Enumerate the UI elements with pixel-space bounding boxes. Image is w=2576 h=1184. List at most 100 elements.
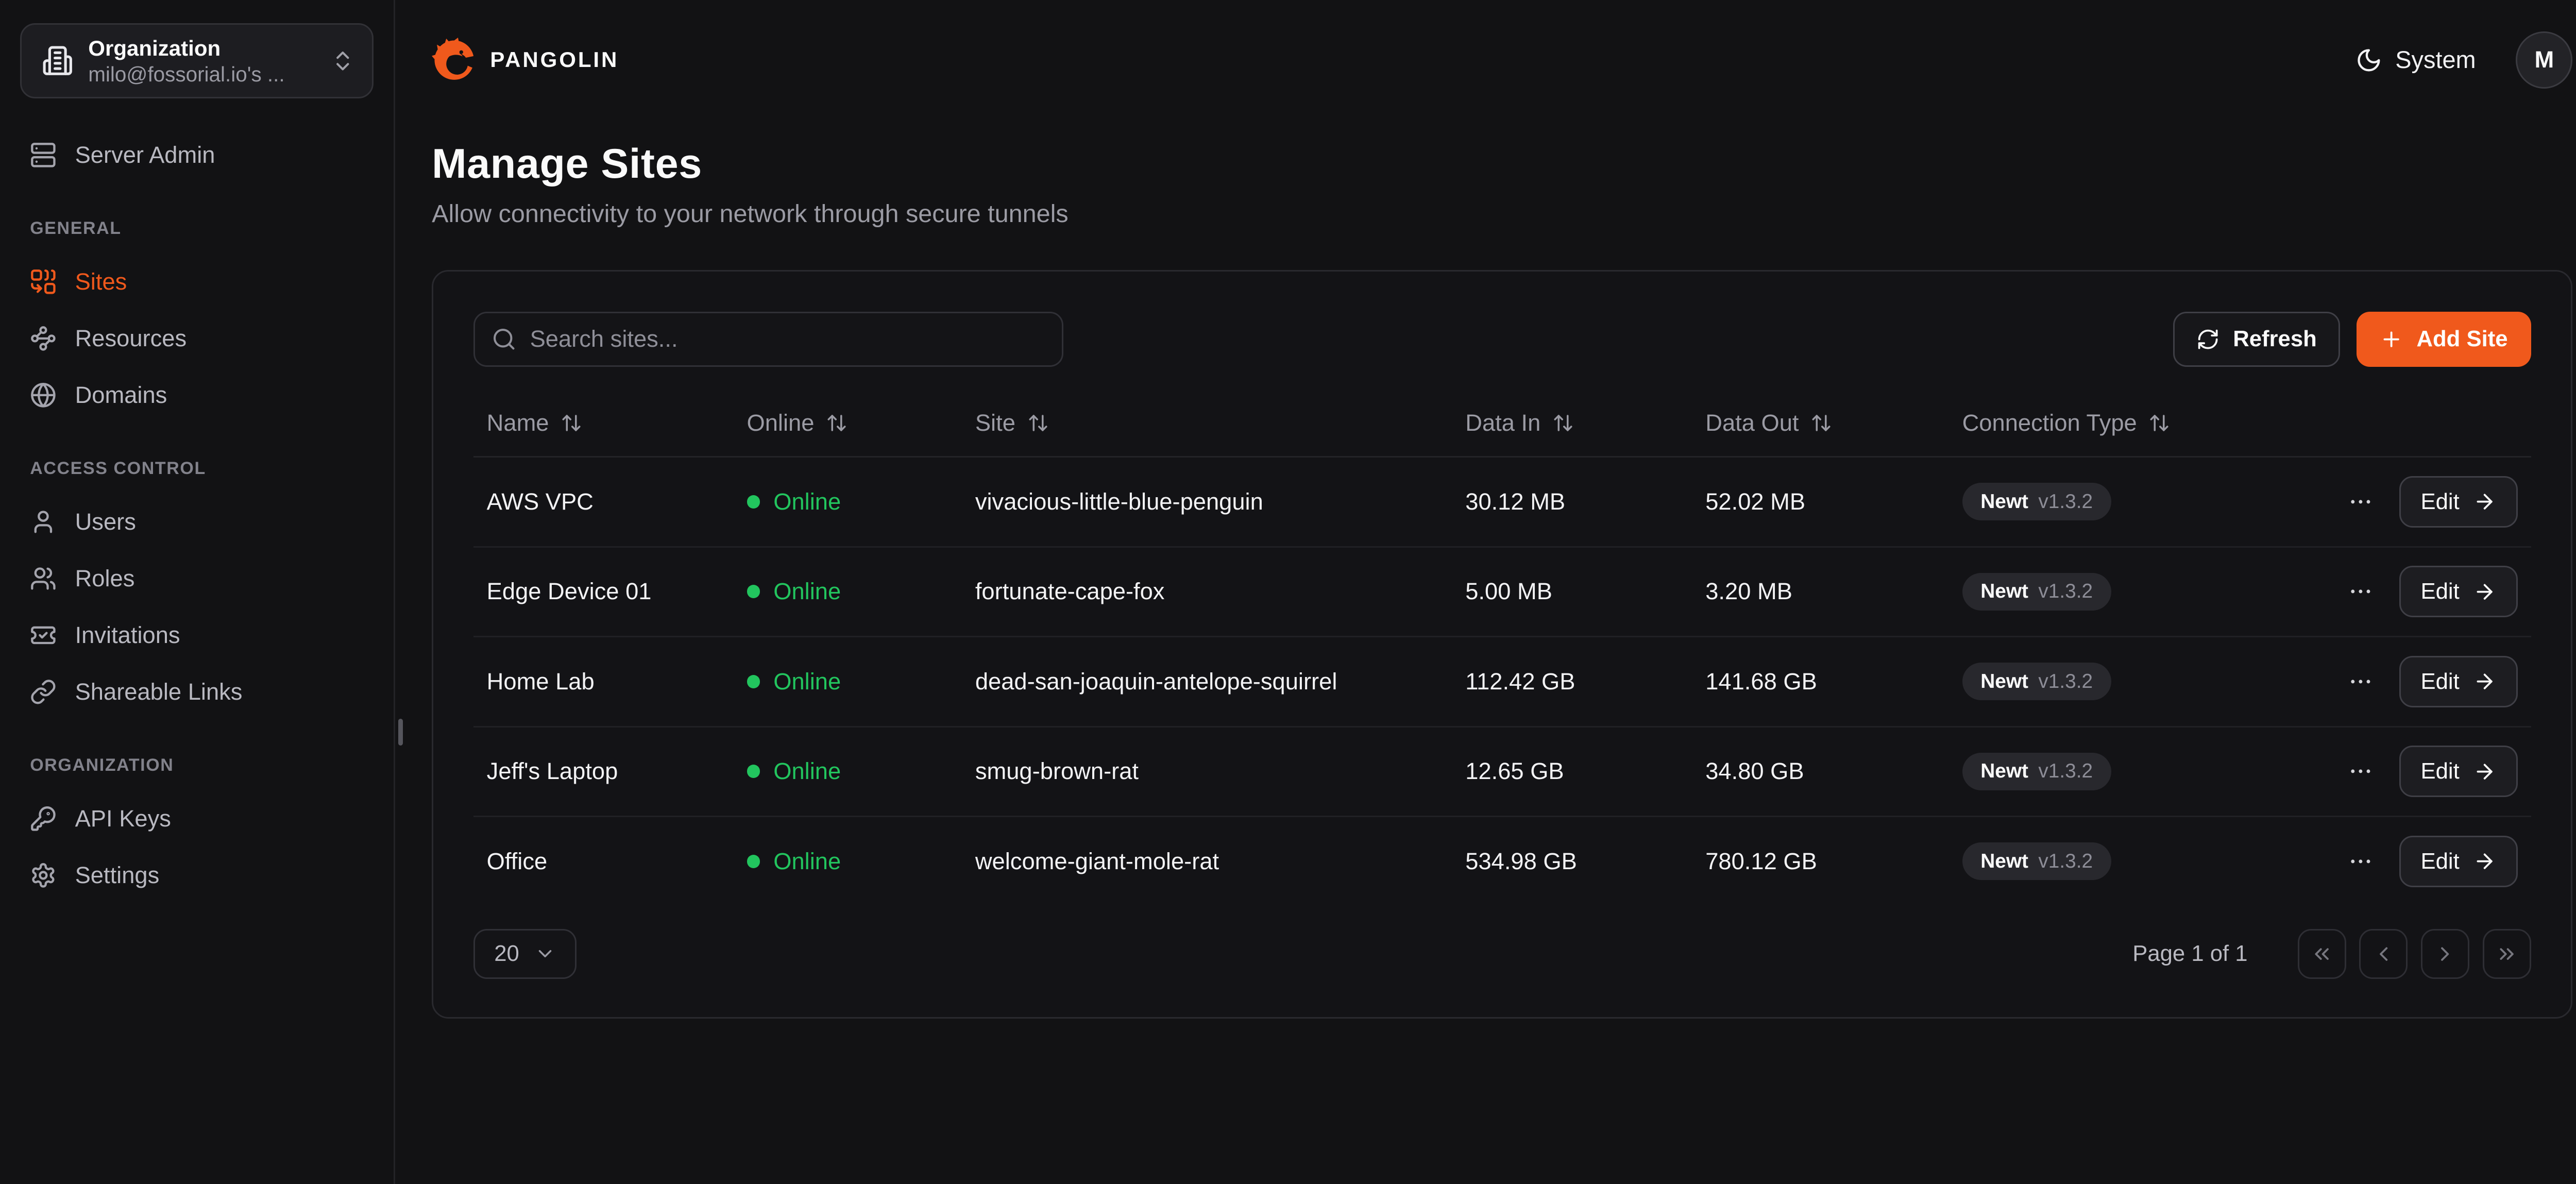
page-subtitle: Allow connectivity to your network throu… xyxy=(432,199,2572,228)
data-in-cell: 112.42 GB xyxy=(1452,637,1692,727)
row-menu-button[interactable] xyxy=(2346,753,2376,790)
chevrons-left-icon xyxy=(2310,942,2333,966)
add-site-button[interactable]: Add Site xyxy=(2357,312,2531,367)
connection-type-badge: Newtv1.3.2 xyxy=(1962,663,2111,700)
connection-type-badge: Newtv1.3.2 xyxy=(1962,483,2111,520)
sidebar-item-settings[interactable]: Settings xyxy=(20,849,374,903)
column-header-actions xyxy=(2332,390,2531,456)
site-id-cell: dead-san-joaquin-antelope-squirrel xyxy=(962,637,1452,727)
arrow-right-icon xyxy=(2473,670,2496,693)
column-header-connection-type[interactable]: Connection Type xyxy=(1949,390,2332,456)
pagination-bar: 20 Page 1 of 1 xyxy=(473,929,2531,979)
status-badge: Online xyxy=(747,548,949,636)
site-id-cell: fortunate-cape-fox xyxy=(962,547,1452,637)
edit-button[interactable]: Edit xyxy=(2399,656,2518,707)
search-icon xyxy=(492,327,517,352)
search-input[interactable] xyxy=(530,326,1045,352)
connection-type-badge: Newtv1.3.2 xyxy=(1962,573,2111,611)
chevron-left-icon xyxy=(2372,942,2395,966)
sidebar-item-api-keys[interactable]: API Keys xyxy=(20,792,374,846)
refresh-button[interactable]: Refresh xyxy=(2173,312,2340,367)
table-header-row: Name Online Site Data In Data Out Connec… xyxy=(473,390,2531,456)
next-page-button[interactable] xyxy=(2421,929,2469,979)
arrow-right-icon xyxy=(2473,490,2496,513)
data-out-cell: 34.80 GB xyxy=(1692,726,1948,817)
toolbar-actions: Refresh Add Site xyxy=(2173,312,2531,367)
ellipsis-icon xyxy=(2347,758,2374,785)
data-in-cell: 5.00 MB xyxy=(1452,547,1692,637)
sort-icon xyxy=(561,412,582,434)
row-menu-button[interactable] xyxy=(2346,483,2376,520)
row-menu-button[interactable] xyxy=(2346,843,2376,879)
site-name-cell: Home Lab xyxy=(473,637,734,727)
link-icon xyxy=(30,679,57,705)
refresh-label: Refresh xyxy=(2233,326,2317,352)
sidebar-item-users[interactable]: Users xyxy=(20,495,374,549)
prev-page-button[interactable] xyxy=(2359,929,2408,979)
avatar-initial: M xyxy=(2534,46,2554,73)
sidebar-resize-handle[interactable] xyxy=(398,719,402,746)
sort-icon xyxy=(1027,412,1049,434)
sidebar-item-domains[interactable]: Domains xyxy=(20,368,374,422)
chevrons-right-icon xyxy=(2495,942,2518,966)
app-root: Organization milo@fossorial.io's ... Ser… xyxy=(0,0,2576,1184)
connection-type-badge: Newtv1.3.2 xyxy=(1962,842,2111,880)
sidebar-item-resources[interactable]: Resources xyxy=(20,312,374,365)
key-icon xyxy=(30,805,57,832)
section-title-access-control: ACCESS CONTROL xyxy=(20,459,374,479)
topbar: PANGOLIN System M xyxy=(395,0,2576,120)
column-header-data-in[interactable]: Data In xyxy=(1452,390,1692,456)
org-switcher-texts: Organization milo@fossorial.io's ... xyxy=(88,35,330,87)
column-header-site[interactable]: Site xyxy=(962,390,1452,456)
edit-button[interactable]: Edit xyxy=(2399,566,2518,617)
arrow-right-icon xyxy=(2473,850,2496,873)
ellipsis-icon xyxy=(2347,848,2374,875)
sidebar-item-roles[interactable]: Roles xyxy=(20,552,374,605)
sidebar-item-label: Server Admin xyxy=(75,142,215,168)
site-name-cell: Edge Device 01 xyxy=(473,547,734,637)
table-row: Jeff's Laptop Online smug-brown-rat 12.6… xyxy=(473,726,2531,817)
user-icon xyxy=(30,509,57,535)
edit-button[interactable]: Edit xyxy=(2399,836,2518,887)
site-id-cell: welcome-giant-mole-rat xyxy=(962,817,1452,906)
sidebar-item-server-admin[interactable]: Server Admin xyxy=(20,128,374,182)
status-badge: Online xyxy=(747,728,949,816)
edit-button[interactable]: Edit xyxy=(2399,476,2518,528)
org-switcher[interactable]: Organization milo@fossorial.io's ... xyxy=(20,23,374,98)
data-in-cell: 30.12 MB xyxy=(1452,457,1692,547)
sites-card: Refresh Add Site xyxy=(432,270,2572,1019)
table-row: Edge Device 01 Online fortunate-cape-fox… xyxy=(473,547,2531,637)
site-name-cell: AWS VPC xyxy=(473,457,734,547)
sidebar-item-label: Domains xyxy=(75,382,167,409)
avatar[interactable]: M xyxy=(2516,31,2572,88)
section-title-general: GENERAL xyxy=(20,218,374,239)
online-dot-icon xyxy=(747,675,760,688)
site-id-cell: vivacious-little-blue-penguin xyxy=(962,457,1452,547)
sidebar-item-label: Settings xyxy=(75,862,160,889)
ticket-icon xyxy=(30,622,57,649)
online-dot-icon xyxy=(747,765,760,778)
brand-name: PANGOLIN xyxy=(490,47,619,72)
row-menu-button[interactable] xyxy=(2346,573,2376,610)
sidebar-item-label: Shareable Links xyxy=(75,679,243,705)
sidebar-item-sites[interactable]: Sites xyxy=(20,255,374,309)
ellipsis-icon xyxy=(2347,488,2374,515)
column-header-data-out[interactable]: Data Out xyxy=(1692,390,1948,456)
sites-toolbar: Refresh Add Site xyxy=(473,312,2531,367)
edit-button[interactable]: Edit xyxy=(2399,746,2518,797)
sort-icon xyxy=(2148,412,2170,434)
column-header-name[interactable]: Name xyxy=(473,390,734,456)
sidebar: Organization milo@fossorial.io's ... Ser… xyxy=(0,0,395,1184)
theme-toggle[interactable]: System xyxy=(2355,46,2476,74)
add-site-label: Add Site xyxy=(2416,326,2507,352)
page-size-select[interactable]: 20 xyxy=(473,929,577,979)
last-page-button[interactable] xyxy=(2483,929,2531,979)
column-header-online[interactable]: Online xyxy=(734,390,962,456)
sidebar-item-shareable-links[interactable]: Shareable Links xyxy=(20,665,374,719)
row-menu-button[interactable] xyxy=(2346,663,2376,700)
search-box xyxy=(473,312,1064,367)
first-page-button[interactable] xyxy=(2298,929,2346,979)
chevron-right-icon xyxy=(2433,942,2456,966)
data-out-cell: 141.68 GB xyxy=(1692,637,1948,727)
sidebar-item-invitations[interactable]: Invitations xyxy=(20,608,374,662)
